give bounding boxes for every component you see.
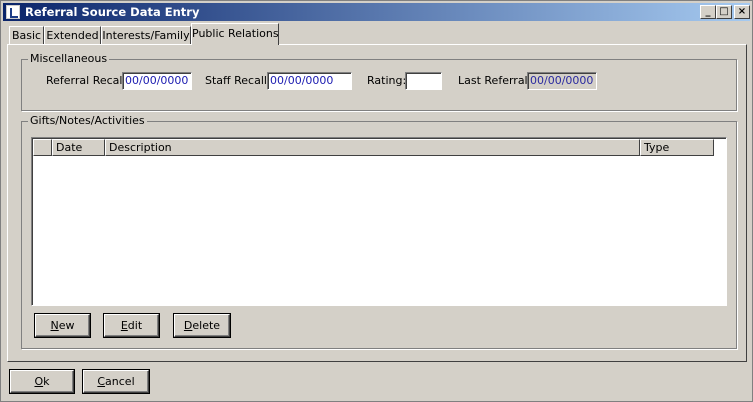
- last-referral-label: Last Referral:: [458, 74, 532, 87]
- cancel-label-rest: ancel: [105, 375, 135, 388]
- new-mnemonic: N: [50, 319, 59, 332]
- ok-label-rest: k: [43, 375, 50, 388]
- gifts-notes-activities-group: Gifts/Notes/Activities Date Description …: [21, 114, 737, 349]
- maximize-button[interactable]: □: [716, 5, 732, 19]
- gifts-list[interactable]: Date Description Type: [31, 137, 727, 306]
- gifts-notes-activities-group-label: Gifts/Notes/Activities: [28, 114, 147, 128]
- column-header-blank[interactable]: [33, 139, 52, 156]
- ok-mnemonic: O: [34, 375, 44, 388]
- column-header-type[interactable]: Type: [640, 139, 714, 156]
- last-referral-field: 00/00/0000: [527, 72, 597, 90]
- cancel-button[interactable]: Cancel: [83, 370, 149, 393]
- staff-recall-field[interactable]: 00/00/0000: [267, 72, 352, 90]
- title-bar[interactable]: Referral Source Data Entry _ □ ×: [3, 3, 750, 21]
- referral-recall-field[interactable]: 00/00/0000: [122, 72, 192, 90]
- close-button[interactable]: ×: [734, 5, 750, 19]
- public-relations-panel: Miscellaneous Referral Recall: 00/00/000…: [7, 44, 747, 362]
- minimize-button[interactable]: _: [700, 5, 716, 19]
- tab-public-relations[interactable]: Public Relations: [191, 23, 279, 45]
- app-icon: [6, 5, 20, 19]
- tab-extended[interactable]: Extended: [44, 26, 101, 45]
- rating-label: Rating:: [367, 74, 407, 87]
- cancel-mnemonic: C: [97, 375, 106, 388]
- window-title: Referral Source Data Entry: [25, 5, 200, 19]
- edit-button[interactable]: Edit: [104, 314, 159, 337]
- staff-recall-label: Staff Recall:: [205, 74, 271, 87]
- tab-basic[interactable]: Basic: [9, 26, 44, 45]
- ok-button[interactable]: Ok: [10, 370, 74, 393]
- referral-recall-label: Referral Recall:: [46, 74, 130, 87]
- gifts-list-header: Date Description Type: [33, 139, 714, 156]
- edit-mnemonic: E: [120, 319, 128, 332]
- column-header-description[interactable]: Description: [105, 139, 640, 156]
- delete-label-rest: elete: [192, 319, 221, 332]
- edit-label-rest: dit: [127, 319, 143, 332]
- new-label-rest: ew: [58, 319, 75, 332]
- tab-interests-family[interactable]: Interests/Family: [101, 26, 191, 45]
- column-header-date[interactable]: Date: [52, 139, 105, 156]
- miscellaneous-group: Miscellaneous Referral Recall: 00/00/000…: [21, 52, 737, 111]
- referral-source-window: Referral Source Data Entry _ □ × Basic E…: [0, 0, 753, 402]
- rating-field[interactable]: [405, 72, 442, 90]
- miscellaneous-group-label: Miscellaneous: [28, 52, 110, 66]
- new-button[interactable]: New: [35, 314, 90, 337]
- delete-button[interactable]: Delete: [174, 314, 230, 337]
